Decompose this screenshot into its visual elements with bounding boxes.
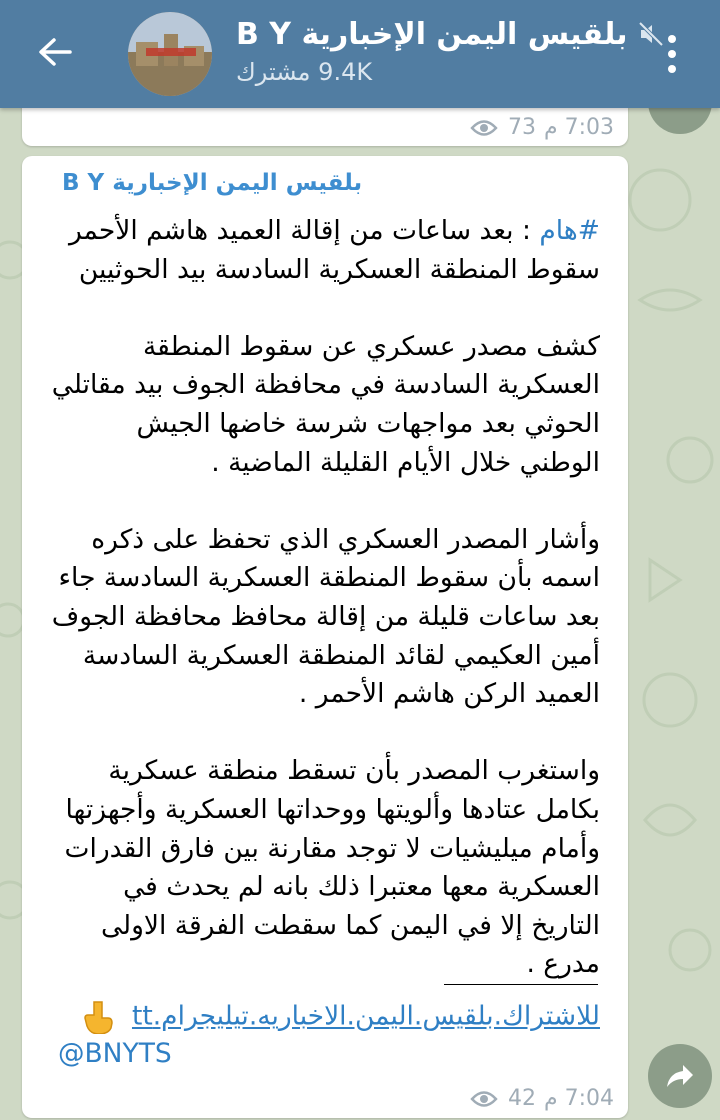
message-paragraph-2: وأشار المصدر العسكري الذي تحفظ على ذكره …	[51, 523, 600, 710]
message-headline: #هام : بعد ساعات من إقالة العميد هاشم ال…	[50, 212, 600, 289]
message-paragraph-1: كشف مصدر عسكري عن سقوط المنطقة العسكرية …	[51, 330, 600, 478]
eye-icon	[470, 118, 500, 138]
divider-line	[444, 984, 598, 985]
channel-avatar[interactable]	[128, 12, 212, 96]
subscriber-count: 9.4K مشترك	[236, 58, 373, 86]
arrow-left-icon	[39, 38, 72, 66]
more-options-button[interactable]	[650, 28, 694, 80]
back-button[interactable]	[24, 24, 86, 80]
vertical-dots-icon-dot	[668, 65, 676, 73]
message-time: 7:03 م	[543, 115, 614, 140]
hashtag-link[interactable]: #هام	[539, 215, 600, 246]
share-arrow-icon	[667, 1065, 693, 1087]
vertical-dots-icon-dot	[668, 50, 676, 58]
view-count: 42	[507, 1086, 536, 1111]
message-paragraph-3: واستغرب المصدر بأن تسقط منطقة عسكرية بكا…	[64, 755, 600, 980]
message-bubble[interactable]: بلقيس اليمن الإخبارية B Y #هام : بعد ساع…	[22, 156, 628, 1118]
subscribe-row: للاشتراك.بلقيس.اليمن.الاخباريه.تيليجرام.…	[70, 1000, 600, 1042]
channel-title[interactable]: بلقيس اليمن الإخبارية B Y	[236, 17, 628, 52]
message-author[interactable]: بلقيس اليمن الإخبارية B Y	[62, 170, 362, 196]
vertical-dots-icon	[668, 35, 676, 43]
pointing-down-hand-icon	[82, 1000, 116, 1035]
message-text: #هام : بعد ساعات من إقالة العميد هاشم ال…	[50, 212, 600, 984]
channel-header: بلقيس اليمن الإخبارية B Y 9.4K مشترك	[0, 0, 720, 108]
previous-message-meta: 73 7:03 م	[470, 115, 614, 140]
channel-handle-link[interactable]: @BNYTS	[58, 1038, 172, 1069]
message-meta: 42 7:04 م	[470, 1086, 614, 1111]
headline-text: : بعد ساعات من إقالة العميد هاشم الأحمر …	[68, 215, 600, 285]
channel-logo	[128, 12, 212, 96]
share-button[interactable]	[648, 1044, 712, 1108]
subscribe-link[interactable]: للاشتراك.بلقيس.اليمن.الاخباريه.تيليجرام.…	[132, 1001, 600, 1032]
message-time: 7:04 م	[543, 1086, 614, 1111]
eye-icon	[470, 1089, 500, 1109]
view-count: 73	[507, 115, 536, 140]
